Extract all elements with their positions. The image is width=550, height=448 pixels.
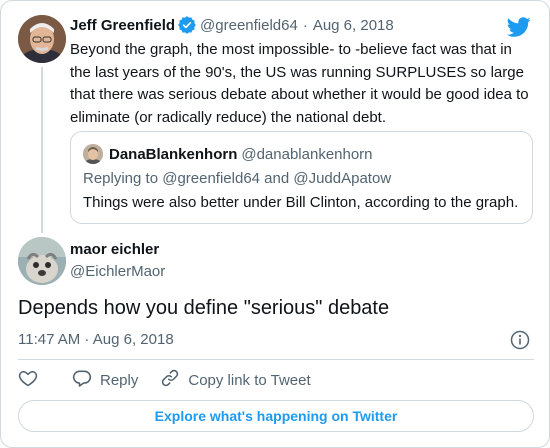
separator-dot: · [302,16,308,34]
copy-link-label: Copy link to Tweet [188,371,311,389]
embedded-tweet-card: Jeff Greenfield @greenfield64 · Aug 6, 2… [0,0,550,448]
reply-button[interactable]: Reply [72,368,138,392]
copy-link-button[interactable]: Copy link to Tweet [160,368,311,392]
link-icon [160,368,180,392]
reply-timestamp[interactable]: 11:47 AM · Aug 6, 2018 [18,331,174,348]
explore-twitter-button[interactable]: Explore what's happening on Twitter [18,400,534,432]
twitter-bird-icon[interactable] [506,15,531,39]
quoted-author-name: DanaBlankenhorn [109,145,238,163]
tweet-actions-bar: Reply Copy link to Tweet [18,368,311,392]
quoted-tweet-text: Things were also better under Bill Clint… [83,194,519,211]
thread-connector-line [41,67,43,233]
replying-to-text: Replying to @greenfield64 and @JuddApato… [83,170,392,187]
author-name[interactable]: Jeff Greenfield [70,17,175,34]
info-icon[interactable] [510,330,530,350]
tweet-date[interactable]: Aug 6, 2018 [313,17,394,34]
jeff-greenfield-avatar[interactable] [18,15,66,63]
maor-eichler-avatar[interactable] [18,237,66,285]
actions-divider [18,359,534,360]
quoted-tweet[interactable]: DanaBlankenhorn @danablankenhorn Replyin… [70,131,533,224]
quoted-author-handle: @danablankenhorn [241,145,373,163]
reply-author-name[interactable]: maor eichler [70,241,159,258]
like-button[interactable] [18,368,38,392]
quoted-tweet-header: DanaBlankenhorn @danablankenhorn [83,144,373,164]
parent-tweet-text: Beyond the graph, the most impossible- t… [70,41,529,126]
dana-blankenhorn-avatar [83,144,103,164]
parent-tweet-header: Jeff Greenfield @greenfield64 · Aug 6, 2… [70,15,394,35]
author-handle[interactable]: @greenfield64 [200,17,298,34]
heart-icon [18,368,38,392]
verified-badge-icon [178,16,196,34]
reply-author-handle[interactable]: @EichlerMaor [70,263,165,280]
reply-bubble-icon [72,368,92,392]
reply-label: Reply [100,371,139,389]
reply-tweet-text: Depends how you define "serious" debate [18,297,390,319]
